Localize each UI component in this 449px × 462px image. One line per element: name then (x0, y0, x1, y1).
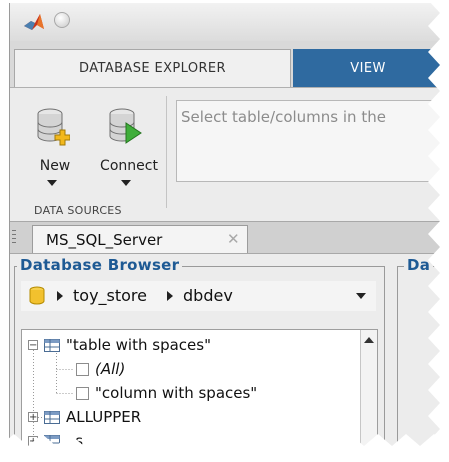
breadcrumb-schema[interactable]: dbdev (183, 286, 233, 305)
tree-scrollbar[interactable] (360, 330, 377, 462)
table-icon (44, 434, 60, 448)
data-sources-group-label: DATA SOURCES (34, 203, 122, 217)
table-tree: − "table with spaces" (All) "column with… (21, 329, 378, 462)
column-checkbox[interactable] (76, 386, 89, 400)
table-icon (44, 410, 60, 424)
tree-item-all-columns[interactable]: (All) (76, 358, 125, 380)
expand-icon[interactable]: + (28, 436, 38, 447)
tree-item-column-with-spaces[interactable]: "column with spaces" (76, 382, 257, 404)
tree-item-partial[interactable]: + as (28, 430, 83, 452)
connect-dropdown-arrow-icon[interactable] (121, 180, 131, 186)
tree-item-table-with-spaces[interactable]: − "table with spaces" (28, 334, 211, 356)
scroll-up-icon[interactable] (364, 337, 374, 343)
expand-icon[interactable]: + (28, 412, 38, 423)
tab-view[interactable]: VIEW (293, 49, 443, 87)
window-circle-icon[interactable] (54, 12, 70, 28)
breadcrumb-catalog[interactable]: toy_store (73, 286, 147, 305)
screenshot-stage: DATABASE EXPLORER VIEW New Connect Selec… (0, 0, 449, 462)
new-database-icon (37, 108, 70, 146)
data-preview-panel: Da (397, 256, 449, 462)
tree-item-label: (All) (95, 360, 126, 378)
tree-item-label: "column with spaces" (95, 384, 258, 402)
connect-button-label: Connect (100, 158, 158, 174)
database-browser-title: Database Browser (17, 256, 183, 274)
selection-hint-text: Select table/columns in the (181, 108, 386, 126)
catalog-schema-selector[interactable]: toy_store dbdev (21, 281, 376, 311)
collapse-icon[interactable]: − (28, 340, 38, 351)
document-tab-strip: MS_SQL_Server ✕ (10, 221, 449, 254)
document-tab-label: MS_SQL_Server (46, 231, 163, 249)
tree-item-allupper[interactable]: + ALLUPPER (28, 406, 141, 428)
main-content: Database Browser toy_store dbdev − "tabl… (10, 253, 449, 462)
connect-button[interactable]: Connect (76, 100, 158, 198)
tree-item-label: ALLUPPER (66, 408, 142, 426)
matlab-window: DATABASE EXPLORER VIEW New Connect Selec… (9, 3, 449, 462)
breadcrumb-arrow-icon (167, 291, 173, 301)
chevron-down-icon[interactable] (356, 293, 366, 299)
title-bar (10, 3, 449, 41)
breadcrumb-arrow-icon (57, 291, 63, 301)
ribbon-tabs: DATABASE EXPLORER VIEW (10, 41, 449, 87)
toolstrip-divider (166, 96, 167, 208)
connect-database-icon (109, 108, 142, 144)
tree-item-label: as (66, 432, 84, 450)
close-icon[interactable]: ✕ (227, 230, 240, 248)
column-checkbox[interactable] (76, 362, 89, 376)
table-icon (44, 338, 60, 352)
matlab-logo-icon (24, 14, 44, 30)
database-browser-panel: Database Browser toy_store dbdev − "tabl… (14, 256, 385, 462)
tree-item-label: "table with spaces" (66, 336, 211, 354)
toolstrip: New Connect Select table/columns in the … (10, 87, 449, 222)
selection-hint-box: Select table/columns in the (176, 100, 449, 182)
tab-ms-sql-server[interactable]: MS_SQL_Server ✕ (32, 225, 248, 254)
database-icon (29, 286, 45, 305)
drag-grip-icon[interactable] (12, 230, 16, 246)
new-dropdown-arrow-icon[interactable] (47, 180, 57, 186)
data-preview-title: Da (404, 256, 434, 274)
tab-database-explorer[interactable]: DATABASE EXPLORER (14, 49, 291, 87)
